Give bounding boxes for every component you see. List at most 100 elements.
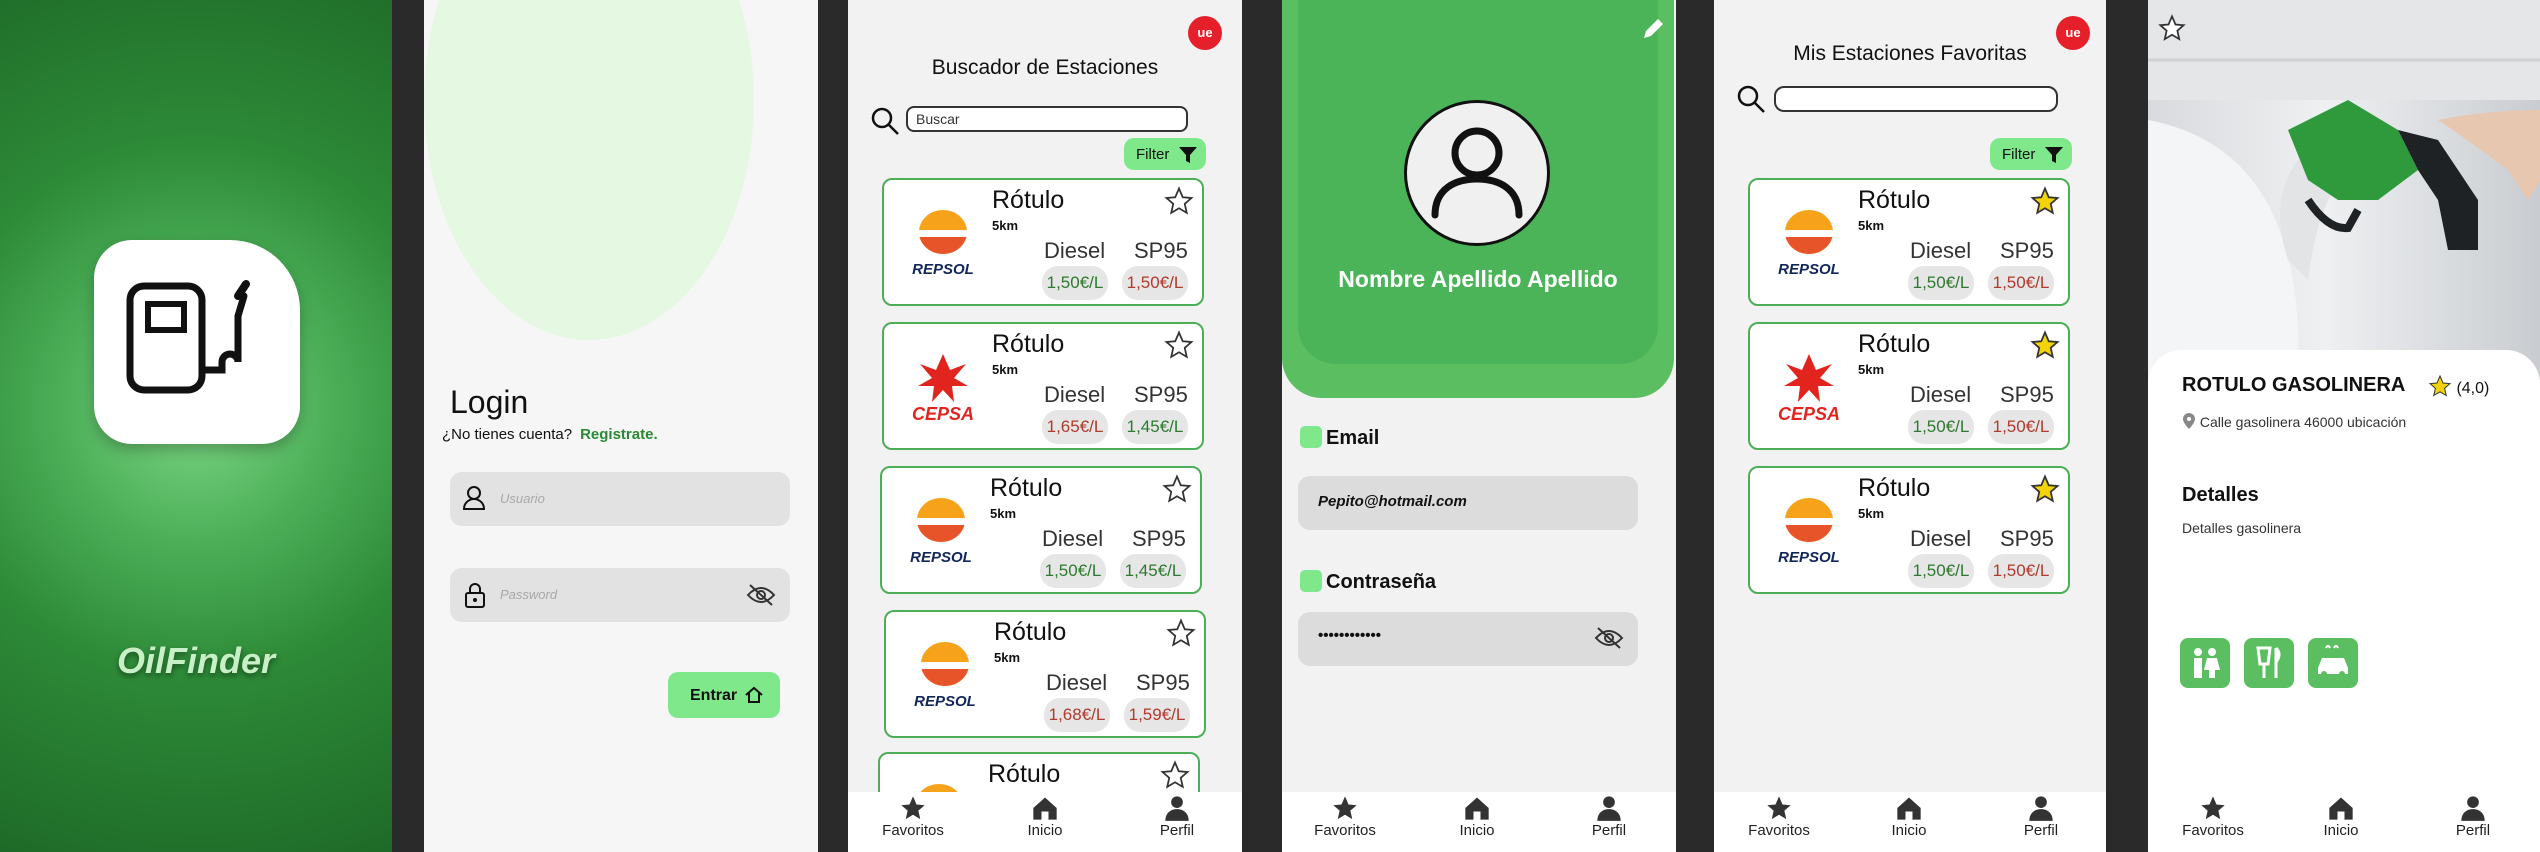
nav-favorites[interactable]: Favoritos xyxy=(2168,794,2258,839)
nav-home-label: Inicio xyxy=(1891,822,1927,839)
station-card[interactable]: CEPSA Rótulo 5km Diesel SP95 1,50€/L 1,50€/L xyxy=(1748,322,2070,450)
profile-name: Nombre Apellido Apellido xyxy=(1338,266,1618,292)
star-filled-icon[interactable] xyxy=(2030,474,2060,504)
home-icon xyxy=(744,685,764,710)
star-outline-icon[interactable] xyxy=(1162,474,1192,504)
station-card[interactable]: CEPSA Rótulo 5km Diesel SP95 1,65€/L 1,45€/L xyxy=(882,322,1204,450)
login-title: Login xyxy=(450,384,529,420)
star-filled-icon[interactable] xyxy=(2030,186,2060,216)
brand-logo: REPSOL xyxy=(1766,202,1852,282)
cepsa-logo-icon: CEPSA xyxy=(1778,354,1840,424)
nav-profile[interactable]: Perfil xyxy=(1564,794,1654,839)
nav-profile[interactable]: Perfil xyxy=(1132,794,1222,839)
email-label-text: Email xyxy=(1326,427,1380,449)
station-name: Rótulo xyxy=(990,474,1063,502)
hide-password-icon[interactable] xyxy=(1594,626,1624,654)
star-filled-icon[interactable] xyxy=(2030,330,2060,360)
nav-home-label: Inicio xyxy=(1027,822,1063,839)
nav-favorites[interactable]: Favoritos xyxy=(1734,794,1824,839)
diesel-price: 1,50€/L xyxy=(1042,266,1108,300)
diesel-label: Diesel xyxy=(1910,526,1972,551)
location-pin-icon xyxy=(2183,413,2195,429)
star-icon xyxy=(2201,796,2225,820)
star-outline-icon[interactable] xyxy=(1164,186,1194,216)
favorites-screen: ue Mis Estaciones Favoritas Filter REPSO… xyxy=(1714,0,2106,852)
register-question: ¿No tienes cuenta? xyxy=(442,426,573,443)
rating-value: (4,0) xyxy=(2456,380,2490,397)
nav-profile[interactable]: Perfil xyxy=(2428,794,2518,839)
lock-icon xyxy=(1300,570,1322,592)
nav-favorites[interactable]: Favoritos xyxy=(1300,794,1390,839)
edit-pencil-icon[interactable] xyxy=(1640,16,1666,47)
search-icon[interactable] xyxy=(870,106,900,141)
avatar[interactable] xyxy=(1404,100,1550,246)
restaurant-icon xyxy=(2244,638,2294,688)
nav-home[interactable]: Inicio xyxy=(2296,794,2386,839)
repsol-logo-icon: REPSOL xyxy=(914,642,976,710)
user-icon xyxy=(462,485,488,516)
profile-screen: Nombre Apellido Apellido Email Pepito@ho… xyxy=(1282,0,1676,852)
nav-home[interactable]: Inicio xyxy=(1432,794,1522,839)
search-icon[interactable] xyxy=(1736,84,1766,119)
fuel-nozzle-image xyxy=(2148,0,2540,380)
filter-label: Filter xyxy=(1136,146,1170,163)
repsol-logo-icon: REPSOL xyxy=(1778,498,1840,566)
diesel-price: 1,65€/L xyxy=(1042,410,1108,444)
nav-favorites[interactable]: Favoritos xyxy=(868,794,958,839)
sp95-label: SP95 xyxy=(2000,382,2054,407)
station-card[interactable]: REPSOL Rótulo 5km Diesel SP95 1,50€/L 1,45€/L xyxy=(880,466,1202,594)
station-card[interactable]: REPSOL Rótulo 5km Diesel SP95 1,50€/L 1,50€/L xyxy=(882,178,1204,306)
app-name: OilFinder xyxy=(116,640,275,681)
person-icon xyxy=(1597,796,1621,821)
star-outline-icon[interactable] xyxy=(2158,14,2186,47)
diesel-label: Diesel xyxy=(1910,238,1972,263)
favorites-title: Mis Estaciones Favoritas xyxy=(1793,42,2027,65)
station-card[interactable]: REPSOL Rótulo 5km Diesel SP95 1,50€/L 1,50€/L xyxy=(1748,178,2070,306)
station-card[interactable]: REPSOL Rótulo 5km Diesel SP95 1,68€/L 1,59€/L xyxy=(884,610,1206,738)
station-detail-screen: ROTULO GASOLINERA (4,0) Calle gasolinera… xyxy=(2148,0,2540,852)
station-name: Rótulo xyxy=(992,330,1065,358)
password-field[interactable]: •••••••••••• xyxy=(1298,612,1638,666)
nav-home[interactable]: Inicio xyxy=(1864,794,1954,839)
filter-button[interactable]: Filter xyxy=(1990,138,2072,170)
svg-text:REPSOL: REPSOL xyxy=(912,261,974,278)
lock-icon xyxy=(462,581,488,614)
sp95-label: SP95 xyxy=(2000,526,2054,551)
nav-favorites-label: Favoritos xyxy=(2182,822,2244,839)
nav-home[interactable]: Inicio xyxy=(1000,794,1090,839)
hide-password-icon[interactable] xyxy=(746,583,776,612)
home-icon xyxy=(1897,797,1921,820)
nav-profile[interactable]: Perfil xyxy=(1996,794,2086,839)
ue-badge: ue xyxy=(1188,16,1222,50)
diesel-label: Diesel xyxy=(1910,382,1972,407)
bottom-nav: Favoritos Inicio Perfil xyxy=(1282,792,1676,852)
password-field[interactable]: Password xyxy=(450,568,790,622)
person-icon xyxy=(2461,796,2485,821)
search-input[interactable]: Buscar xyxy=(906,106,1188,132)
register-link[interactable]: Registrate. xyxy=(580,426,658,443)
search-input[interactable] xyxy=(1774,86,2058,112)
star-outline-icon[interactable] xyxy=(1166,618,1196,648)
details-heading: Detalles xyxy=(2182,484,2259,506)
station-title: ROTULO GASOLINERA xyxy=(2182,374,2406,396)
station-distance: 5km xyxy=(992,218,1019,233)
station-distance: 5km xyxy=(992,362,1019,377)
svg-text:CEPSA: CEPSA xyxy=(1778,404,1840,424)
enter-button[interactable]: Entrar xyxy=(668,672,780,718)
svg-text:CEPSA: CEPSA xyxy=(912,404,974,424)
station-card[interactable]: REPSOL Rótulo 5km Diesel SP95 1,50€/L 1,50€/L xyxy=(1748,466,2070,594)
email-field[interactable]: Pepito@hotmail.com xyxy=(1298,476,1638,530)
station-name: Rótulo xyxy=(1858,330,1931,358)
star-outline-icon[interactable] xyxy=(1160,760,1190,790)
username-field[interactable]: Usuario xyxy=(450,472,790,526)
svg-text:REPSOL: REPSOL xyxy=(914,693,976,710)
diesel-price: 1,68€/L xyxy=(1044,698,1110,732)
star-outline-icon[interactable] xyxy=(1164,330,1194,360)
splash-screen: OilFinder xyxy=(0,0,392,852)
password-label-text: Contraseña xyxy=(1326,571,1437,593)
username-placeholder: Usuario xyxy=(500,491,545,506)
station-distance: 5km xyxy=(994,650,1021,665)
filter-button[interactable]: Filter xyxy=(1124,138,1206,170)
sp95-price: 1,50€/L xyxy=(1988,266,2054,300)
decorative-blob xyxy=(424,0,754,340)
